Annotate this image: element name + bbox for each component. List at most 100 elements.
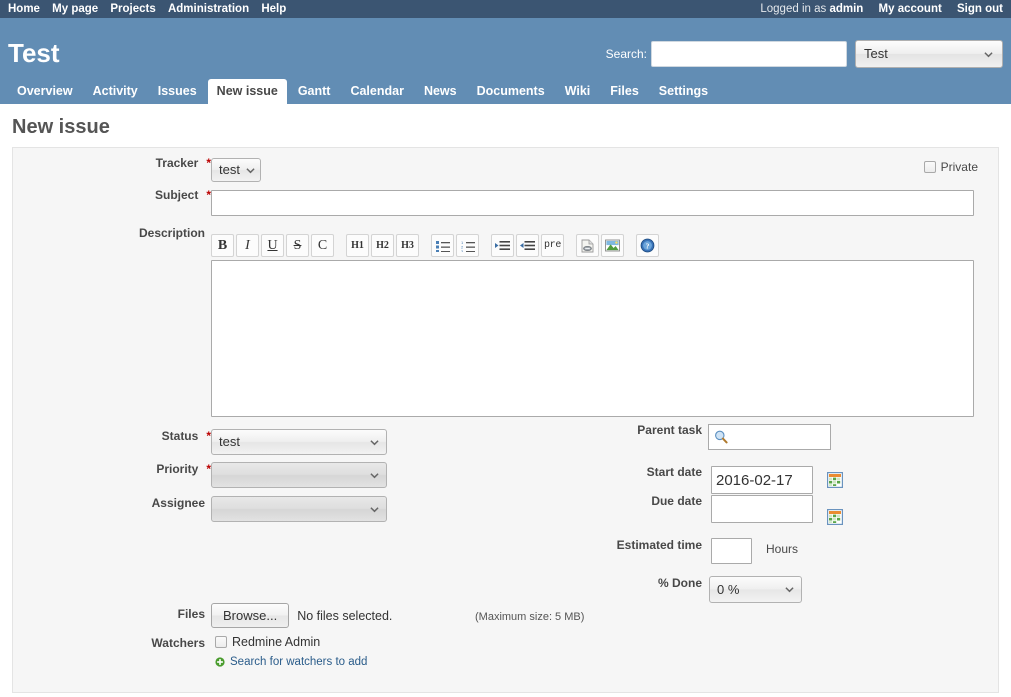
percent-done-label: % Done <box>657 576 702 590</box>
indent-increase-button[interactable] <box>491 234 514 257</box>
tab-overview[interactable]: Overview <box>8 79 82 104</box>
heading-2-button[interactable]: H2 <box>371 234 394 257</box>
ordered-list-button[interactable]: 1 2 3 <box>456 234 479 257</box>
subject-label: Subject <box>154 188 199 202</box>
tracker-value: test <box>219 162 240 177</box>
unordered-list-icon <box>435 240 450 252</box>
indent-decrease-button[interactable] <box>516 234 539 257</box>
help-button[interactable]: ? <box>636 234 659 257</box>
my-account-link[interactable]: My account <box>879 3 942 15</box>
underline-button[interactable]: U <box>261 234 284 257</box>
status-label: Status <box>161 429 199 443</box>
ordered-list-icon: 1 2 3 <box>461 240 475 252</box>
tracker-select[interactable]: test <box>211 158 261 182</box>
watcher-checkbox[interactable] <box>215 636 227 648</box>
insert-image-button[interactable] <box>601 234 624 257</box>
due-date-input[interactable] <box>711 495 813 523</box>
new-issue-form: Private Tracker * test Subject * Descrip… <box>12 147 999 693</box>
private-label: Private <box>940 160 978 174</box>
assignee-label: Assignee <box>151 496 205 510</box>
page-header: Test Search: Test <box>0 18 1011 78</box>
insert-link-button[interactable] <box>576 234 599 257</box>
percent-done-select[interactable]: 0 % <box>709 576 802 603</box>
chevron-down-icon <box>246 168 255 174</box>
plus-circle-icon <box>215 657 225 667</box>
project-jump-select[interactable]: Test <box>855 40 1003 68</box>
project-title: Test <box>8 38 60 68</box>
due-date-label: Due date <box>651 494 702 508</box>
tab-news[interactable]: News <box>415 79 466 104</box>
description-toolbar: B I U S C H1 H2 H3 1 2 3 pre ? <box>211 234 661 257</box>
search-watchers-row[interactable]: Search for watchers to add <box>215 656 367 668</box>
tab-issues[interactable]: Issues <box>149 79 206 104</box>
browse-button[interactable]: Browse... <box>211 603 290 628</box>
tab-overview-label: Overview <box>17 84 73 98</box>
tab-calendar-label: Calendar <box>350 84 404 98</box>
chevron-down-icon <box>984 52 993 58</box>
subject-input[interactable] <box>211 190 974 216</box>
heading-3-button[interactable]: H3 <box>396 234 419 257</box>
indent-decrease-icon <box>520 240 535 250</box>
magnifier-icon <box>715 430 728 444</box>
priority-label-wrap: Priority * <box>13 462 211 476</box>
estimated-time-unit: Hours <box>766 542 799 556</box>
bold-button[interactable]: B <box>211 234 234 257</box>
description-label-wrap: Description <box>13 226 211 240</box>
priority-select[interactable] <box>211 462 387 488</box>
assignee-label-wrap: Assignee <box>13 496 211 510</box>
strikethrough-button[interactable]: S <box>286 234 309 257</box>
top-menu-item-projects[interactable]: Projects <box>110 3 155 15</box>
description-textarea[interactable] <box>211 260 974 417</box>
preformatted-button[interactable]: pre <box>541 234 564 257</box>
estimated-time-label: Estimated time <box>616 538 702 552</box>
page-title: New issue <box>12 116 110 138</box>
heading-1-button[interactable]: H1 <box>346 234 369 257</box>
tracker-label-wrap: Tracker * <box>13 156 211 170</box>
private-field[interactable]: Private <box>923 160 978 174</box>
code-button[interactable]: C <box>311 234 334 257</box>
files-label-wrap: Files <box>13 607 211 621</box>
tab-wiki[interactable]: Wiki <box>556 79 600 104</box>
italic-button[interactable]: I <box>236 234 259 257</box>
logged-in-prefix: Logged in as <box>760 3 827 15</box>
chevron-down-icon <box>370 507 379 513</box>
link-icon <box>581 239 594 252</box>
sign-out-link[interactable]: Sign out <box>957 3 1003 15</box>
top-menu-item-home[interactable]: Home <box>8 3 40 15</box>
watcher-item[interactable]: Redmine Admin <box>215 635 320 649</box>
start-date-label-wrap: Start date <box>453 465 708 479</box>
calendar-icon[interactable] <box>827 509 843 525</box>
search-watchers-link[interactable]: Search for watchers to add <box>230 656 367 668</box>
estimated-time-input[interactable] <box>711 538 752 564</box>
unordered-list-button[interactable] <box>431 234 454 257</box>
top-menu-item-administration[interactable]: Administration <box>168 3 249 15</box>
top-menu-item-help[interactable]: Help <box>261 3 286 15</box>
description-label: Description <box>138 226 205 240</box>
private-checkbox[interactable] <box>923 161 936 173</box>
start-date-input[interactable] <box>711 466 813 494</box>
main-menu-list: Overview Activity Issues New issue Gantt… <box>8 78 1011 104</box>
due-date-label-wrap: Due date <box>453 494 708 508</box>
calendar-icon[interactable] <box>827 472 843 488</box>
tab-activity-label: Activity <box>92 84 138 98</box>
svg-text:?: ? <box>646 242 650 251</box>
tab-gantt-label: Gantt <box>297 84 331 98</box>
files-label: Files <box>177 607 205 621</box>
tab-issues-label: Issues <box>157 84 197 98</box>
assignee-select[interactable] <box>211 496 387 522</box>
tab-calendar[interactable]: Calendar <box>341 79 413 104</box>
search-input[interactable] <box>651 41 847 67</box>
status-select[interactable]: test <box>211 429 387 455</box>
tab-new-issue[interactable]: New issue <box>207 79 287 104</box>
tab-activity[interactable]: Activity <box>84 79 147 104</box>
tracker-label: Tracker <box>155 156 199 170</box>
project-jump-value: Test <box>864 46 888 61</box>
start-date-label: Start date <box>646 465 702 479</box>
tab-documents[interactable]: Documents <box>468 79 554 104</box>
tab-settings[interactable]: Settings <box>650 79 717 104</box>
tab-files[interactable]: Files <box>601 79 648 104</box>
parent-task-field[interactable] <box>708 424 831 450</box>
tab-gantt[interactable]: Gantt <box>289 79 340 104</box>
top-menu-item-my-page[interactable]: My page <box>52 3 98 15</box>
tab-wiki-label: Wiki <box>564 84 591 98</box>
